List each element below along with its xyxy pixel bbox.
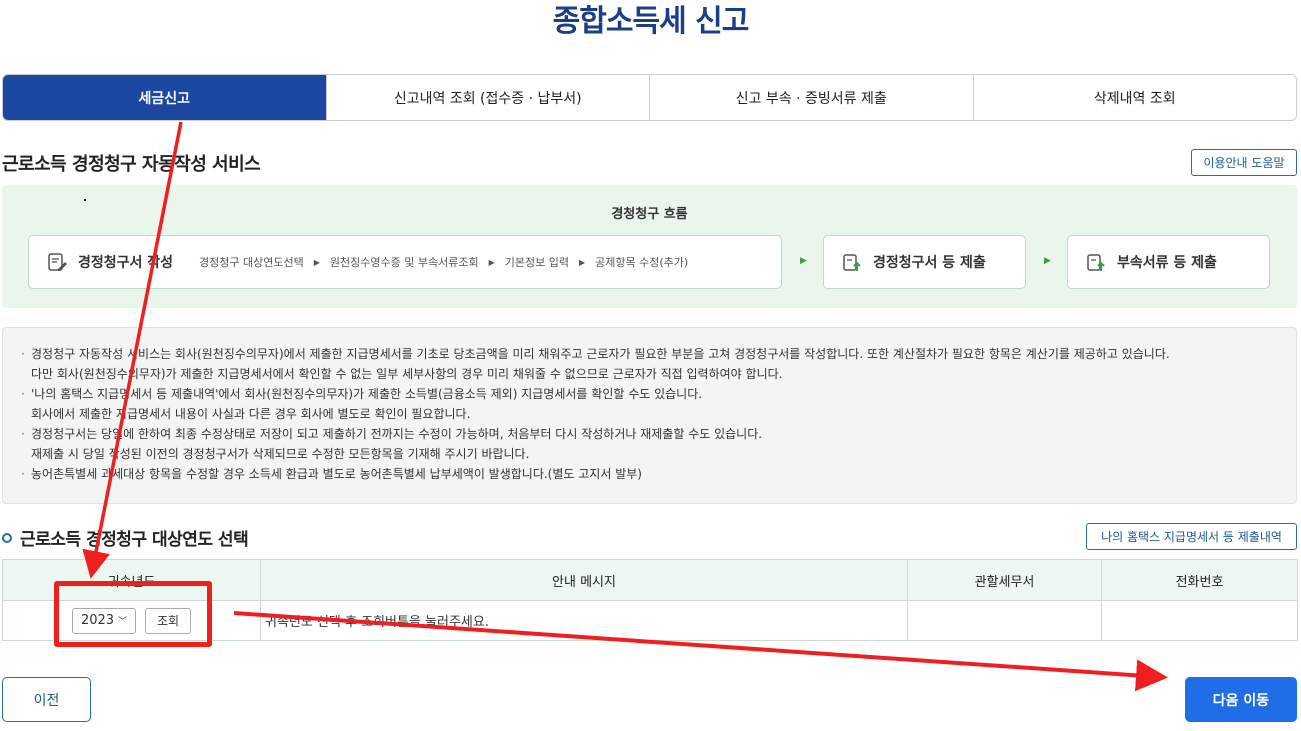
table-header-row: 귀속년도 안내 메시지 관할세무서 전화번호 xyxy=(2,559,1298,601)
tab-tax-filing[interactable]: 세금신고 xyxy=(3,75,326,120)
year-section-title: 근로소득 경정청구 대상연도 선택 xyxy=(2,525,249,550)
document-upload-icon xyxy=(1085,251,1107,273)
column-header: 안내 메시지 xyxy=(260,559,908,601)
notice-item: 경정청구 자동작성 서비스는 회사(원천징수의무자)에서 제출한 지급명세서를 … xyxy=(21,344,1296,384)
tab-filing-history[interactable]: 신고내역 조회 (접수증 · 납부서) xyxy=(325,75,649,120)
query-button[interactable]: 조회 xyxy=(145,607,191,634)
column-header: 귀속년도 xyxy=(2,559,261,601)
main-tabs: 세금신고 신고내역 조회 (접수증 · 납부서) 신고 부속 · 증빙서류 제출… xyxy=(2,74,1297,121)
document-upload-icon xyxy=(841,251,863,273)
notice-item: 경정청구서는 당일에 한하여 최종 수정상태로 저장이 되고 제출하기 전까지는… xyxy=(21,424,1296,464)
tab-deleted-history[interactable]: 삭제내역 조회 xyxy=(972,75,1296,120)
circle-bullet-icon xyxy=(2,532,12,543)
stray-dot xyxy=(84,199,86,201)
triangle-right-icon: ▶ xyxy=(1044,256,1051,266)
flow-step-label: 부속서류 등 제출 xyxy=(1117,255,1217,271)
tab-document-submission[interactable]: 신고 부속 · 증빙서류 제출 xyxy=(649,75,973,120)
flow-step-submit: 경정청구서 등 제출 xyxy=(823,235,1026,289)
next-button[interactable]: 다음 이동 xyxy=(1185,677,1297,722)
triangle-right-icon: ▶ xyxy=(488,257,495,267)
flow-step-label: 경정청구서 등 제출 xyxy=(873,255,986,271)
hometax-statement-button[interactable]: 나의 홈택스 지급명세서 등 제출내역 xyxy=(1086,523,1297,550)
flow-step-label: 경정청구서 작성 xyxy=(78,255,174,271)
year-table: 귀속년도 안내 메시지 관할세무서 전화번호 2023 ﹀ 조회 귀속년도 선택… xyxy=(2,559,1298,641)
tax-office-cell xyxy=(907,600,1102,641)
page-title: 종합소득세 신고 xyxy=(552,4,750,39)
notice-box: 경정청구 자동작성 서비스는 회사(원천징수의무자)에서 제출한 지급명세서를 … xyxy=(2,327,1297,504)
substep-year-select: 경정청구 대상연도선택 xyxy=(199,256,304,269)
triangle-right-icon: ▶ xyxy=(578,257,586,267)
table-row: 2023 ﹀ 조회 귀속년도 선택 후 조회버튼을 눌러주세요. xyxy=(2,600,1298,641)
substep-deduction-edit: 공제항목 수정(추가) xyxy=(595,256,689,269)
flow-substeps: 경정청구 대상연도선택 ▶ 원천징수영수증 및 부속서류조회 ▶ 기본정보 입력… xyxy=(199,254,688,270)
substep-basic-info: 기본정보 입력 xyxy=(504,256,569,269)
flow-panel: 경청청구 흐름 경정청구서 작성 경정청구 대상연도선택 ▶ 원천징수영수증 및… xyxy=(2,185,1297,308)
section-title: 근로소득 경정청구 자동작성 서비스 xyxy=(2,154,261,175)
chevron-down-icon: ﹀ xyxy=(118,617,128,627)
notice-item: 농어촌특별세 과세대상 항목을 수정할 경우 소득세 환급과 별도로 농어촌특별… xyxy=(21,464,1296,484)
triangle-right-icon: ▶ xyxy=(313,257,320,267)
flow-step-attachments: 부속서류 등 제출 xyxy=(1067,235,1270,289)
year-cell: 2023 ﹀ 조회 xyxy=(2,600,261,641)
help-button[interactable]: 이용안내 도움말 xyxy=(1191,149,1297,176)
notice-item: '나의 홈택스 지급명세서 등 제출내역'에서 회사(원천징수의무자)가 제출한… xyxy=(21,384,1296,424)
prev-button[interactable]: 이전 xyxy=(2,677,91,722)
phone-cell xyxy=(1101,600,1298,641)
substep-receipt-lookup: 원천징수영수증 및 부속서류조회 xyxy=(329,256,479,269)
triangle-right-icon: ▶ xyxy=(800,256,807,266)
guide-message: 귀속년도 선택 후 조회버튼을 눌러주세요. xyxy=(260,600,908,641)
flow-title: 경청청구 흐름 xyxy=(611,207,688,222)
year-select[interactable]: 2023 ﹀ xyxy=(72,607,136,634)
column-header: 전화번호 xyxy=(1101,559,1298,601)
flow-step-write: 경정청구서 작성 경정청구 대상연도선택 ▶ 원천징수영수증 및 부속서류조회 … xyxy=(28,235,782,289)
document-edit-icon xyxy=(46,251,68,273)
column-header: 관할세무서 xyxy=(907,559,1102,601)
